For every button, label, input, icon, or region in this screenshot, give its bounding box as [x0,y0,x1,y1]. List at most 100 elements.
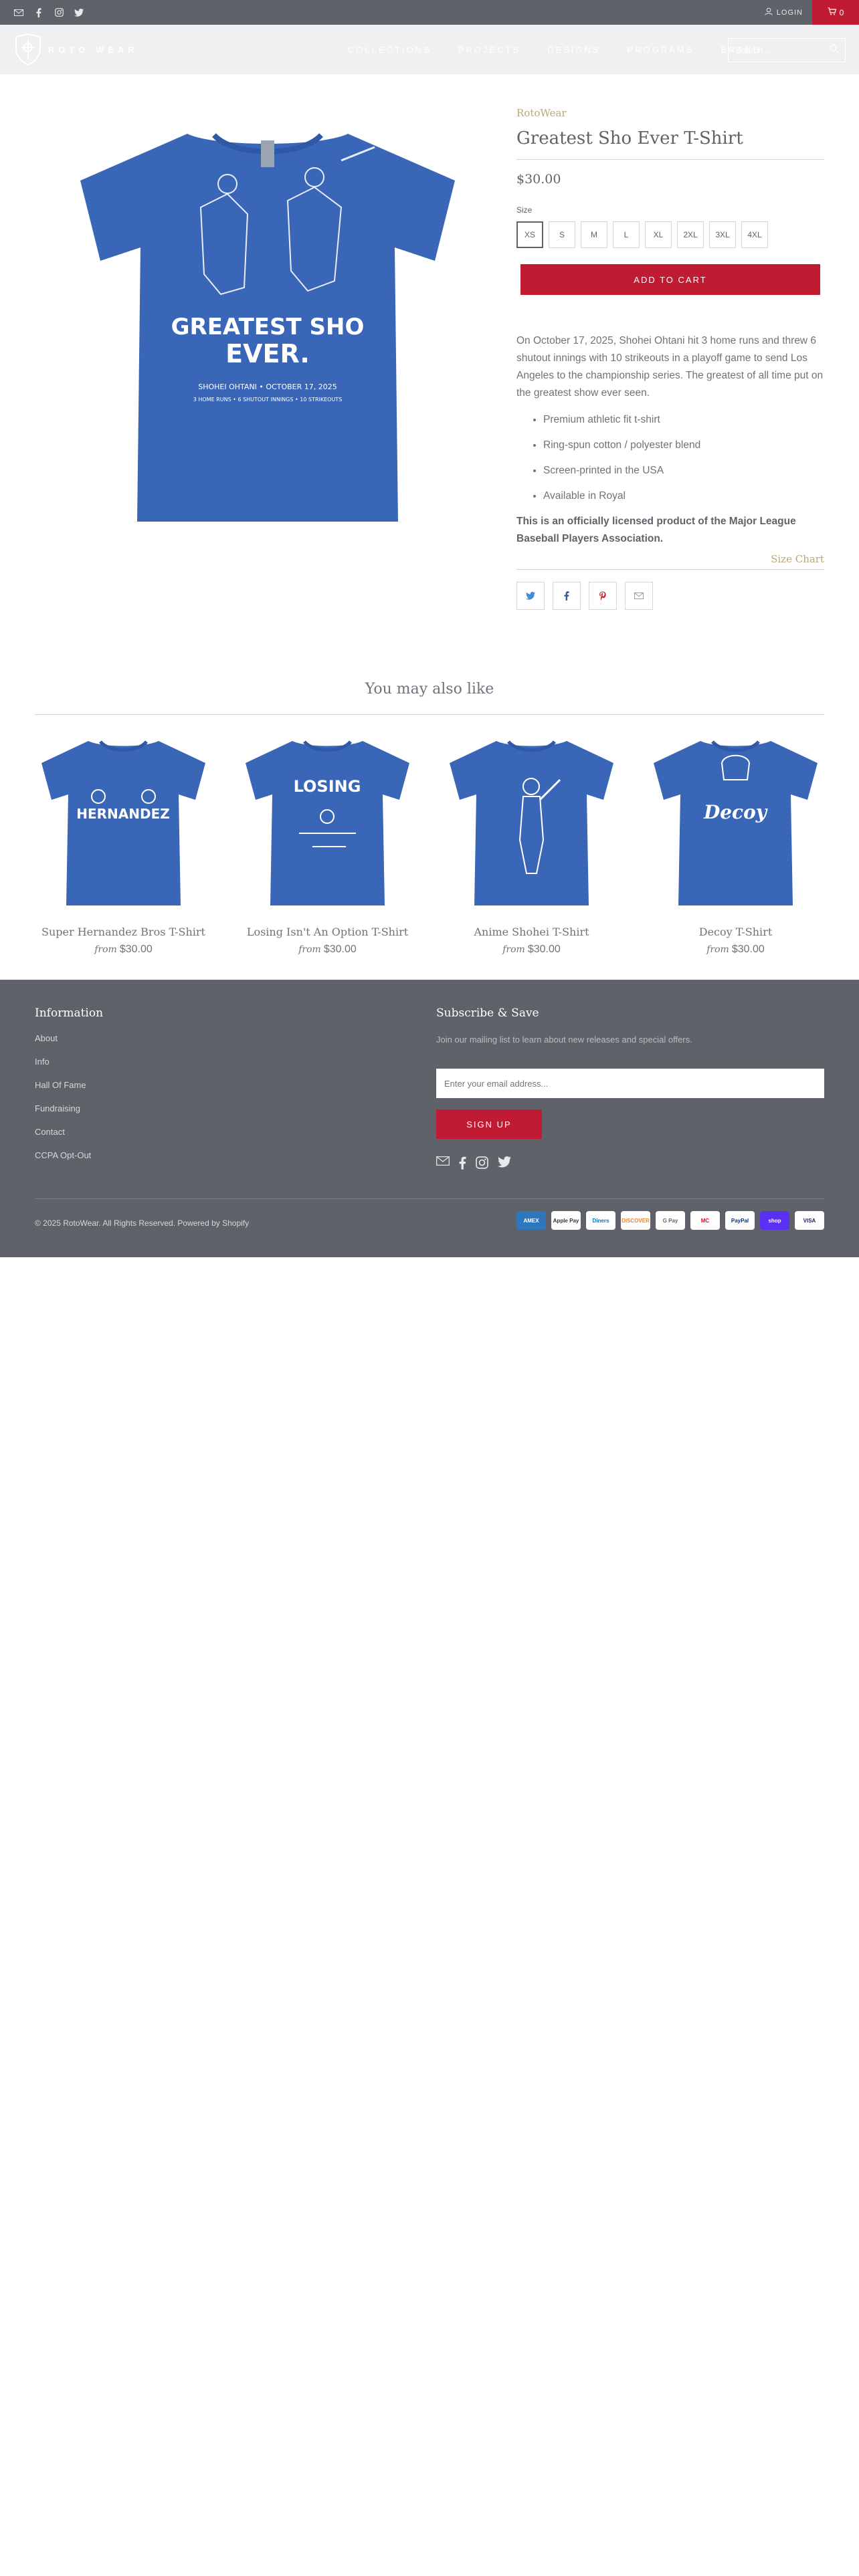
logo-crest-icon [15,33,41,66]
divider [35,714,824,715]
footer-link-ccpa[interactable]: CCPA Opt-Out [35,1150,91,1160]
product-card-price: from $30.00 [35,944,212,956]
nav-item-collections[interactable]: COLLECTIONS [348,45,432,55]
product-thumbnail[interactable] [443,733,620,910]
pinterest-icon[interactable] [589,582,617,610]
size-option-m[interactable]: M [581,221,607,248]
twitter-icon[interactable] [516,582,545,610]
login-link[interactable]: LOGIN [765,0,803,25]
visa-icon: VISA [795,1211,824,1230]
mail-icon[interactable] [436,1156,450,1173]
subscribe-text: Join our mailing list to learn about new… [436,1035,692,1045]
top-bar: LOGIN 0 [0,0,859,25]
product-card-price: from $30.00 [239,944,416,956]
shirt-text: LOSING [294,777,361,796]
footer-social-links [436,1156,511,1173]
footer-link-contact[interactable]: Contact [35,1127,91,1137]
price-value: $30.00 [731,944,765,955]
search-box [728,38,846,62]
discover-icon: DISCOVER [621,1211,650,1230]
product-card[interactable]: HERNANDEZ Super Hernandez Bros T-Shirt f… [35,733,212,956]
footer-info-heading: Information [35,1006,104,1020]
footer-link-info[interactable]: Info [35,1057,91,1067]
product-thumbnail[interactable]: HERNANDEZ [35,733,212,910]
size-option-xl[interactable]: XL [645,221,672,248]
product-image[interactable]: GREATEST SHO EVER. SHOHEI OHTANI • OCTOB… [60,120,475,535]
cart-button[interactable]: 0 [812,0,859,25]
product-price: $30.00 [516,172,561,187]
product-features: Premium athletic fit t-shirt Ring-spun c… [516,411,824,505]
shirt-text-sub: SHOHEI OHTANI • OCTOBER 17, 2025 [198,383,337,391]
add-to-cart-button[interactable]: ADD TO CART [520,264,820,295]
size-label: Size [516,205,533,215]
user-icon [765,7,773,17]
product-description: On October 17, 2025, Shohei Ohtani hit 3… [516,335,824,399]
footer-link-about[interactable]: About [35,1033,91,1043]
shirt-text: HERNANDEZ [76,806,170,822]
size-option-l[interactable]: L [613,221,640,248]
divider [35,1198,824,1199]
sign-up-button[interactable]: SIGN UP [436,1109,542,1139]
site-footer: Information About Info Hall Of Fame Fund… [0,980,859,1257]
site-logo[interactable]: ROTO WEAR [13,33,138,66]
size-chart-link[interactable]: Size Chart [516,553,824,565]
cart-icon [828,7,836,17]
main-nav: COLLECTIONS PROJECTS DESIGNS PROGRAMS BR… [348,25,761,74]
product-card-title[interactable]: Super Hernandez Bros T-Shirt [35,926,212,938]
license-note: This is an officially licensed product o… [516,516,796,544]
divider [516,159,824,160]
product-vendor[interactable]: RotoWear [516,107,824,119]
copyright-text: © 2025 RotoWear. All Rights Reserved. Po… [35,1218,250,1228]
size-option-2xl[interactable]: 2XL [677,221,704,248]
twitter-icon[interactable] [74,7,84,18]
price-value: $30.00 [323,944,357,955]
amex-icon: AMEX [516,1211,546,1230]
price-from-label: from [298,944,321,955]
google-pay-icon: G Pay [656,1211,685,1230]
price-from-label: from [502,944,525,955]
nav-item-designs[interactable]: DESIGNS [547,45,601,55]
mail-icon[interactable] [625,582,653,610]
mail-icon[interactable] [13,7,24,18]
search-icon[interactable] [830,44,838,56]
email-field[interactable] [436,1069,824,1098]
tshirt-graphic: GREATEST SHO EVER. SHOHEI OHTANI • OCTOB… [80,133,455,522]
facebook-icon[interactable] [33,7,44,18]
facebook-icon[interactable] [553,582,581,610]
product-card-price: from $30.00 [647,944,824,956]
feature-item: Screen-printed in the USA [543,462,824,479]
product-thumbnail[interactable]: LOSING [239,733,416,910]
diners-club-icon: Diners [586,1211,615,1230]
shop-pay-icon: shop [760,1211,789,1230]
size-option-s[interactable]: S [549,221,575,248]
nav-item-projects[interactable]: PROJECTS [458,45,520,55]
mastercard-icon: MC [690,1211,720,1230]
size-option-3xl[interactable]: 3XL [709,221,736,248]
footer-links: About Info Hall Of Fame Fundraising Cont… [35,1033,91,1174]
product-card-title[interactable]: Decoy T-Shirt [647,926,824,938]
shirt-text: Decoy [703,801,768,823]
facebook-icon[interactable] [459,1156,466,1173]
product-card-price: from $30.00 [443,944,620,956]
product-card[interactable]: Anime Shohei T-Shirt from $30.00 [443,733,620,956]
product-card[interactable]: LOSING Losing Isn't An Option T-Shirt fr… [239,733,416,956]
size-option-4xl[interactable]: 4XL [741,221,768,248]
related-products: HERNANDEZ Super Hernandez Bros T-Shirt f… [35,733,824,956]
size-option-xs[interactable]: XS [516,221,543,248]
product-card[interactable]: Decoy Decoy T-Shirt from $30.00 [647,733,824,956]
product-card-title[interactable]: Anime Shohei T-Shirt [443,926,620,938]
footer-link-fundraising[interactable]: Fundraising [35,1103,91,1113]
nav-item-programs[interactable]: PROGRAMS [628,45,694,55]
footer-link-hall-of-fame[interactable]: Hall Of Fame [35,1080,91,1090]
twitter-icon[interactable] [498,1156,511,1173]
product-thumbnail[interactable]: Decoy [647,733,824,910]
product-info: RotoWear Greatest Sho Ever T-Shirt $30.0… [516,107,824,610]
product-card-title[interactable]: Losing Isn't An Option T-Shirt [239,926,416,938]
feature-item: Available in Royal [543,488,824,505]
shirt-text-line2: EVER. [225,339,310,368]
login-label: LOGIN [776,8,803,17]
instagram-icon[interactable] [476,1156,488,1173]
search-input[interactable] [735,45,822,56]
instagram-icon[interactable] [54,7,64,18]
payment-icons: AMEX Apple Pay Diners DISCOVER G Pay MC … [516,1211,824,1230]
